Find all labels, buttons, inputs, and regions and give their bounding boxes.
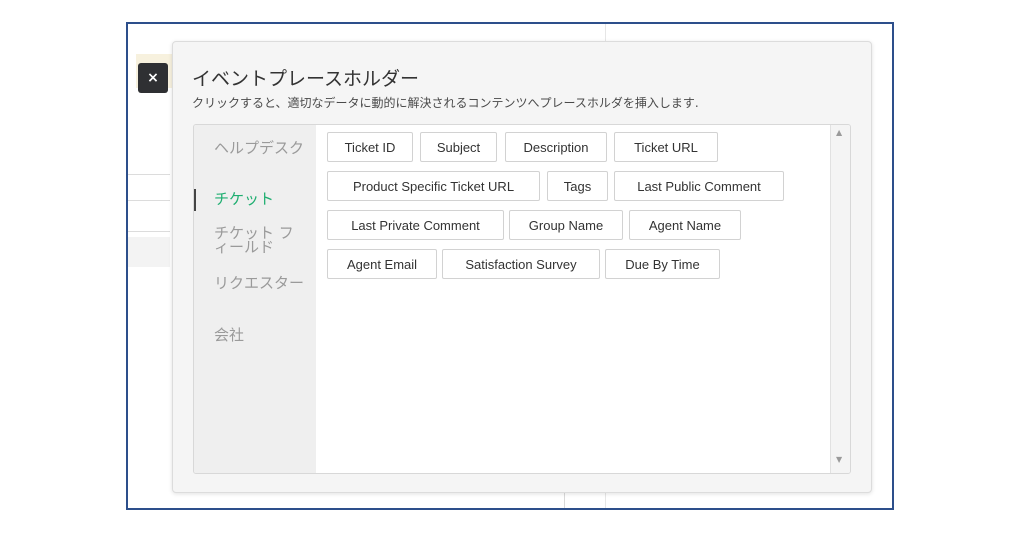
placeholder-chip[interactable]: Tags <box>547 171 608 201</box>
placeholder-panel: ヘルプデスク チケット チケット フィールド リクエスター 会社 Ticket … <box>193 124 851 474</box>
background-divider <box>128 231 170 232</box>
placeholder-chip[interactable]: Last Private Comment <box>327 210 504 240</box>
vertical-scrollbar[interactable]: ▲ ▼ <box>830 125 850 473</box>
placeholder-chip[interactable]: Agent Name <box>629 210 741 240</box>
active-indicator <box>194 189 196 211</box>
placeholder-chip[interactable]: Due By Time <box>605 249 720 279</box>
placeholder-chip[interactable]: Product Specific Ticket URL <box>327 171 540 201</box>
placeholder-chip[interactable]: Description <box>505 132 607 162</box>
placeholder-dialog: イベントプレースホルダー クリックすると、適切なデータに動的に解決されるコンテン… <box>172 41 872 493</box>
placeholder-chip[interactable]: Subject <box>420 132 497 162</box>
sidebar-item-ticket[interactable]: チケット <box>214 192 306 207</box>
dialog-title: イベントプレースホルダー <box>192 68 420 90</box>
sidebar-item-helpdesk[interactable]: ヘルプデスク <box>214 141 306 156</box>
sidebar-item-requester[interactable]: リクエスター <box>214 276 306 291</box>
placeholder-chip[interactable]: Last Public Comment <box>614 171 784 201</box>
placeholder-list: Ticket ID Subject Description Ticket URL… <box>316 125 830 473</box>
background-divider <box>128 174 170 175</box>
sidebar-item-company[interactable]: 会社 <box>214 328 306 343</box>
placeholder-chip[interactable]: Satisfaction Survey <box>442 249 600 279</box>
placeholder-chip[interactable]: Agent Email <box>327 249 437 279</box>
close-button[interactable]: × <box>138 63 168 93</box>
scroll-up-icon[interactable]: ▲ <box>836 128 842 137</box>
close-icon: × <box>147 70 159 86</box>
sidebar-item-ticket-fields[interactable]: チケット フィールド <box>214 226 306 255</box>
placeholder-chip[interactable]: Ticket URL <box>614 132 718 162</box>
dialog-subtitle: クリックすると、適切なデータに動的に解決されるコンテンツへプレースホルダを挿入し… <box>192 96 699 110</box>
background-row <box>128 237 170 267</box>
placeholder-chip[interactable]: Ticket ID <box>327 132 413 162</box>
background-divider <box>128 200 170 201</box>
scroll-down-icon[interactable]: ▼ <box>836 455 842 464</box>
screenshot-frame: × イベントプレースホルダー クリックすると、適切なデータに動的に解決されるコン… <box>126 22 894 510</box>
category-sidebar: ヘルプデスク チケット チケット フィールド リクエスター 会社 <box>194 125 316 473</box>
placeholder-chip[interactable]: Group Name <box>509 210 623 240</box>
